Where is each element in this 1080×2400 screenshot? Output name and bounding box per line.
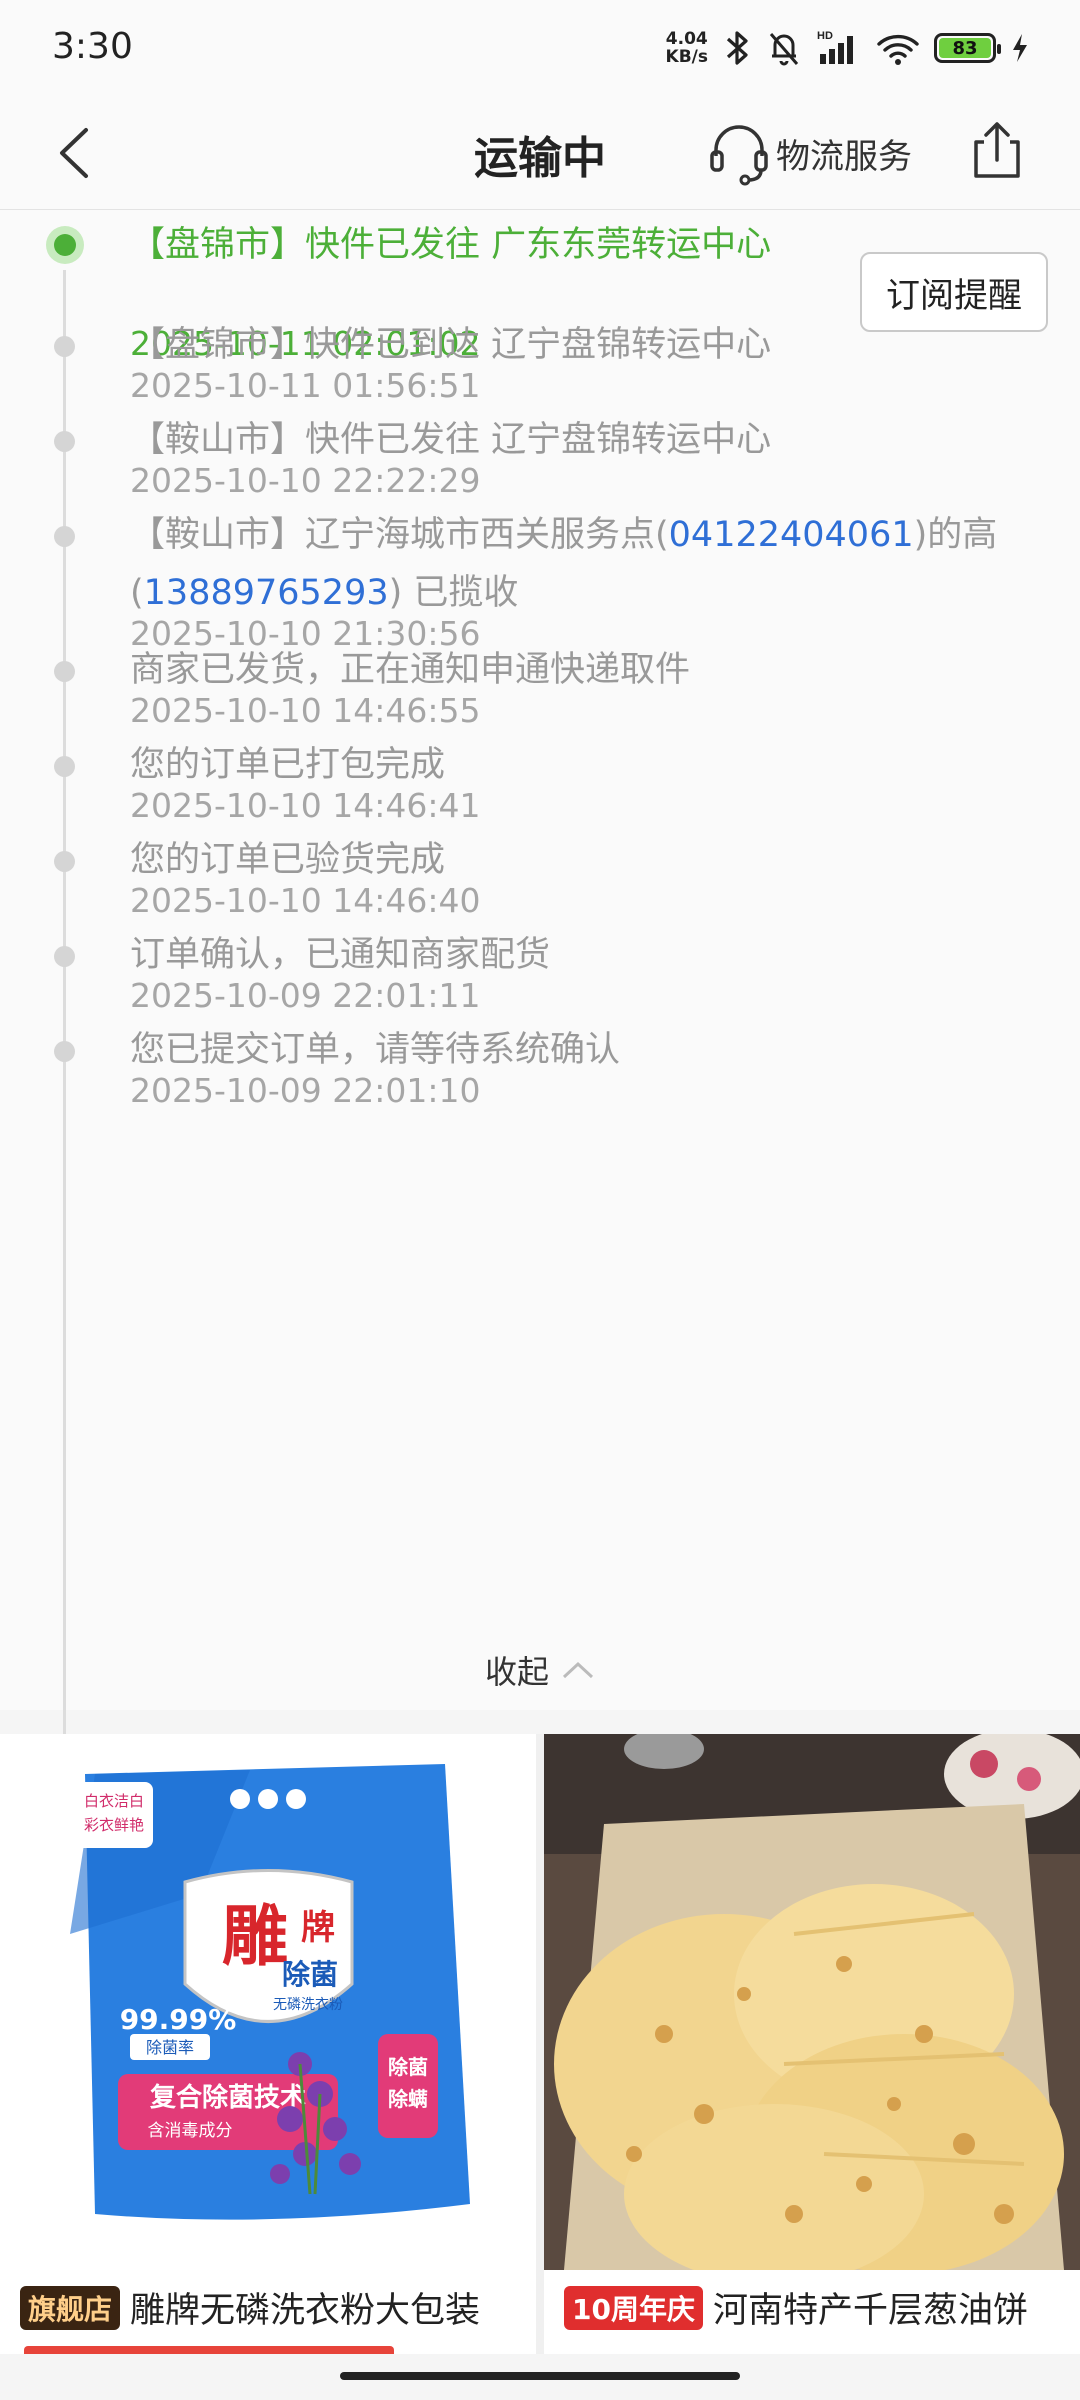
timeline-dot <box>54 336 75 357</box>
timeline-timestamp: 2025-10-10 14:46:55 <box>130 691 481 730</box>
status-segment: 【盘锦市】快件已发往 广东东莞转运中心 <box>130 225 772 265</box>
timeline-timestamp: 2025-10-10 22:22:29 <box>130 461 481 500</box>
recommended-products: 白衣洁白 彩衣鲜艳 雕 牌 除菌 无磷洗衣粉 99.99% 除菌率 复合除菌技术… <box>0 1734 1080 2354</box>
collapse-toggle[interactable]: 收起 <box>0 1645 1080 1695</box>
timeline-dot <box>54 756 75 777</box>
subscribe-reminder-button[interactable]: 订阅提醒 <box>860 252 1048 332</box>
timeline-dot <box>54 431 75 452</box>
charging-icon <box>1013 34 1027 62</box>
logistics-service-label: 物流服务 <box>776 136 912 177</box>
logistics-service-button[interactable]: 物流服务 <box>708 118 912 188</box>
product-title: 旗舰店 雕牌无磷洗衣粉大包装 <box>20 2282 480 2333</box>
detergent-bag-image: 白衣洁白 彩衣鲜艳 雕 牌 除菌 无磷洗衣粉 99.99% 除菌率 复合除菌技术… <box>0 1734 536 2270</box>
share-icon[interactable] <box>964 118 1030 184</box>
svg-text:含消毒成分: 含消毒成分 <box>148 2121 233 2141</box>
svg-text:彩衣鲜艳: 彩衣鲜艳 <box>84 1816 144 1834</box>
battery-level: 83 <box>939 38 991 59</box>
product-name: 河南特产千层葱油饼 <box>712 2291 1028 2331</box>
status-segment: 【鞍山市】快件已发往 辽宁盘锦转运中心 <box>130 420 772 460</box>
status-time: 3:30 <box>52 26 133 67</box>
battery-icon: 83 <box>934 33 1001 63</box>
timeline-timestamp: 2025-10-09 22:01:10 <box>130 1071 481 1110</box>
hd-label: HD <box>817 30 833 42</box>
svg-text:雕: 雕 <box>222 1898 288 1975</box>
net-speed-unit: KB/s <box>665 47 708 67</box>
wifi-icon <box>877 34 919 65</box>
timeline-timestamp: 2025-10-11 01:56:51 <box>130 366 481 405</box>
phone-link[interactable]: 04122404061 <box>669 515 914 555</box>
svg-text:无磷洗衣粉: 无磷洗衣粉 <box>273 1997 343 2013</box>
flagship-badge: 旗舰店 <box>20 2285 121 2330</box>
svg-text:除菌: 除菌 <box>282 1958 338 1991</box>
svg-text:99.99%: 99.99% <box>120 2003 237 2036</box>
svg-text:除菌率: 除菌率 <box>146 2038 194 2057</box>
net-speed-value: 4.04 <box>665 29 708 49</box>
back-arrow-icon[interactable] <box>44 120 110 186</box>
status-segment: 您的订单已打包完成 <box>130 745 446 785</box>
timeline-timestamp: 2025-10-10 14:46:41 <box>130 786 481 825</box>
price-strip <box>24 2346 394 2354</box>
timeline-timestamp: 2025-10-09 22:01:11 <box>130 976 481 1015</box>
collapse-label: 收起 <box>484 1653 549 1691</box>
status-segment: ) 已揽收 <box>388 573 519 613</box>
timeline-status-text: 【鞍山市】辽宁海城市西关服务点(04122404061)的高(138897652… <box>130 506 1030 622</box>
product-card[interactable]: 10周年庆 河南特产千层葱油饼 <box>544 1734 1080 2354</box>
status-segment: 【鞍山市】辽宁海城市西关服务点( <box>130 515 669 555</box>
timeline-dot <box>54 946 75 967</box>
timeline-dot <box>54 851 75 872</box>
anniversary-badge: 10周年庆 <box>564 2285 703 2330</box>
logistics-timeline: 【盘锦市】快件已发往 广东东莞转运中心 2025-10-11 02:01:02 【盘… <box>0 210 1080 1770</box>
timeline-line <box>63 270 66 1770</box>
product-name: 雕牌无磷洗衣粉大包装 <box>130 2291 481 2331</box>
status-icons: 4.04 KB/s HD 83 <box>666 26 1030 70</box>
page-title: 运输中 <box>474 133 606 184</box>
chevron-up-icon <box>562 1661 594 1679</box>
bluetooth-icon <box>726 31 748 65</box>
nav-header: 运输中 物流服务 <box>0 96 1080 210</box>
status-segment: 您的订单已验货完成 <box>130 840 446 880</box>
phone-link[interactable]: 13889765293 <box>144 573 389 613</box>
status-segment: 商家已发货，正在通知申通快递取件 <box>130 650 691 690</box>
headset-icon <box>710 125 768 186</box>
logistics-page: 3:30 4.04 KB/s HD 83 运输中 物流服务 【盘锦市】快件已发往… <box>0 0 1080 2400</box>
status-bar: 3:30 4.04 KB/s HD 83 <box>0 0 1080 96</box>
status-segment: 订单确认，已通知商家配货 <box>130 935 551 975</box>
timeline-dot <box>54 1041 75 1062</box>
status-segment: 【盘锦市】快件已到达 辽宁盘锦转运中心 <box>130 325 772 365</box>
timeline-timestamp: 2025-10-10 14:46:40 <box>130 881 481 920</box>
mute-bell-icon <box>769 33 799 66</box>
product-title: 10周年庆 河南特产千层葱油饼 <box>564 2282 1028 2333</box>
timeline-status-text: 【盘锦市】快件已发往 广东东莞转运中心 <box>130 216 830 274</box>
signal-icon: HD <box>817 30 853 64</box>
svg-text:白衣洁白: 白衣洁白 <box>84 1792 144 1810</box>
svg-text:除螨: 除螨 <box>388 2087 428 2111</box>
net-speed: 4.04 KB/s <box>666 30 708 66</box>
svg-text:除菌: 除菌 <box>388 2055 428 2079</box>
timeline-dot-current <box>46 226 84 264</box>
product-card[interactable]: 白衣洁白 彩衣鲜艳 雕 牌 除菌 无磷洗衣粉 99.99% 除菌率 复合除菌技术… <box>0 1734 536 2354</box>
timeline-dot <box>54 526 75 547</box>
home-indicator[interactable] <box>340 2372 740 2380</box>
flatbread-image <box>544 1734 1080 2270</box>
timeline-dot <box>54 661 75 682</box>
svg-text:牌: 牌 <box>301 1908 335 1948</box>
status-segment: 您已提交订单，请等待系统确认 <box>130 1030 621 1070</box>
